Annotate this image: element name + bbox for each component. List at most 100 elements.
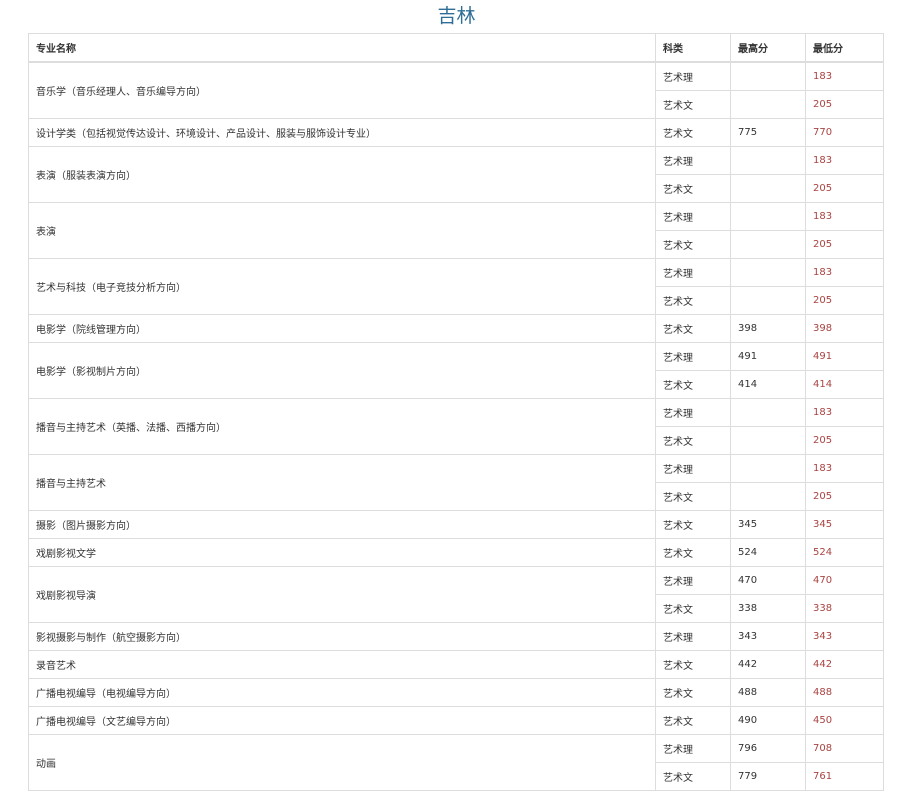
page-title: 吉林 <box>437 5 476 27</box>
category-cell: 艺术理 <box>655 342 731 371</box>
min-score-cell: 183 <box>805 202 884 231</box>
min-score-cell: 205 <box>805 286 884 315</box>
min-score-cell: 183 <box>805 146 884 175</box>
category-cell: 艺术文 <box>655 370 731 399</box>
table-row: 影视摄影与制作（航空摄影方向） 艺术理 343 343 <box>28 622 884 651</box>
max-score-cell: 488 <box>730 678 806 707</box>
max-score-cell: 490 <box>730 706 806 735</box>
major-cell: 电影学（影视制片方向） <box>28 342 656 399</box>
major-cell: 设计学类（包括视觉传达设计、环境设计、产品设计、服装与服饰设计专业） <box>28 118 656 147</box>
table-row: 动画 艺术理 796 708 <box>28 734 884 791</box>
category-cell: 艺术理 <box>655 566 731 595</box>
min-score-cell: 345 <box>805 510 884 539</box>
header-category: 科类 <box>655 33 731 63</box>
major-cell: 戏剧影视文学 <box>28 538 656 567</box>
min-score-cell: 488 <box>805 678 884 707</box>
category-cell: 艺术文 <box>655 706 731 735</box>
category-cell: 艺术文 <box>655 594 731 623</box>
category-cell: 艺术理 <box>655 202 731 231</box>
category-cell: 艺术文 <box>655 762 731 791</box>
major-cell: 动画 <box>28 734 656 791</box>
major-cell: 音乐学（音乐经理人、音乐编导方向） <box>28 61 656 119</box>
major-cell: 影视摄影与制作（航空摄影方向） <box>28 622 656 651</box>
category-cell: 艺术文 <box>655 678 731 707</box>
max-score-cell: 796 <box>730 734 806 763</box>
admission-scores-table: 专业名称 科类 最高分 最低分 音乐学（音乐经理人、音乐编导方向） 艺术理 18… <box>28 33 884 791</box>
header-min-score: 最低分 <box>805 33 884 63</box>
major-cell: 广播电视编导（电视编导方向） <box>28 678 656 707</box>
min-score-cell: 205 <box>805 482 884 511</box>
max-score-cell: 775 <box>730 118 806 147</box>
max-score-cell <box>730 398 806 427</box>
table-row: 戏剧影视文学 艺术文 524 524 <box>28 538 884 567</box>
major-cell: 播音与主持艺术（英播、法播、西播方向） <box>28 398 656 455</box>
max-score-cell: 442 <box>730 650 806 679</box>
min-score-cell: 205 <box>805 174 884 203</box>
max-score-cell: 338 <box>730 594 806 623</box>
max-score-cell: 414 <box>730 370 806 399</box>
major-cell: 播音与主持艺术 <box>28 454 656 511</box>
table-row: 表演 艺术理 183 <box>28 202 884 259</box>
max-score-cell <box>730 286 806 315</box>
category-cell: 艺术理 <box>655 61 731 91</box>
max-score-cell: 343 <box>730 622 806 651</box>
category-cell: 艺术文 <box>655 538 731 567</box>
max-score-cell: 779 <box>730 762 806 791</box>
table-row: 广播电视编导（电视编导方向） 艺术文 488 488 <box>28 678 884 707</box>
category-cell: 艺术理 <box>655 258 731 287</box>
major-cell: 戏剧影视导演 <box>28 566 656 623</box>
max-score-cell <box>730 174 806 203</box>
max-score-cell <box>730 146 806 175</box>
min-score-cell: 183 <box>805 61 884 91</box>
table-row: 播音与主持艺术 艺术理 183 <box>28 454 884 511</box>
major-cell: 广播电视编导（文艺编导方向） <box>28 706 656 735</box>
min-score-cell: 205 <box>805 230 884 259</box>
table-row: 设计学类（包括视觉传达设计、环境设计、产品设计、服装与服饰设计专业） 艺术文 7… <box>28 118 884 147</box>
category-cell: 艺术理 <box>655 398 731 427</box>
table-row: 电影学（院线管理方向） 艺术文 398 398 <box>28 314 884 343</box>
category-cell: 艺术文 <box>655 314 731 343</box>
major-cell: 艺术与科技（电子竞技分析方向） <box>28 258 656 315</box>
table-row: 录音艺术 艺术文 442 442 <box>28 650 884 679</box>
major-cell: 电影学（院线管理方向） <box>28 314 656 343</box>
min-score-cell: 491 <box>805 342 884 371</box>
min-score-cell: 398 <box>805 314 884 343</box>
min-score-cell: 442 <box>805 650 884 679</box>
max-score-cell: 524 <box>730 538 806 567</box>
category-cell: 艺术文 <box>655 510 731 539</box>
table-header-row: 专业名称 科类 最高分 最低分 <box>28 33 884 63</box>
major-cell: 表演（服装表演方向） <box>28 146 656 203</box>
max-score-cell <box>730 230 806 259</box>
min-score-cell: 343 <box>805 622 884 651</box>
max-score-cell <box>730 202 806 231</box>
max-score-cell: 470 <box>730 566 806 595</box>
category-cell: 艺术文 <box>655 482 731 511</box>
min-score-cell: 524 <box>805 538 884 567</box>
category-cell: 艺术文 <box>655 650 731 679</box>
max-score-cell <box>730 482 806 511</box>
min-score-cell: 708 <box>805 734 884 763</box>
header-max-score: 最高分 <box>730 33 806 63</box>
table-row: 表演（服装表演方向） 艺术理 183 <box>28 146 884 203</box>
max-score-cell <box>730 426 806 455</box>
category-cell: 艺术理 <box>655 146 731 175</box>
min-score-cell: 183 <box>805 454 884 483</box>
min-score-cell: 205 <box>805 90 884 119</box>
table-row: 播音与主持艺术（英播、法播、西播方向） 艺术理 183 <box>28 398 884 455</box>
table-row: 摄影（图片摄影方向） 艺术文 345 345 <box>28 510 884 539</box>
table-row: 电影学（影视制片方向） 艺术理 491 491 <box>28 342 884 399</box>
category-cell: 艺术文 <box>655 230 731 259</box>
category-cell: 艺术理 <box>655 734 731 763</box>
max-score-cell <box>730 454 806 483</box>
min-score-cell: 205 <box>805 426 884 455</box>
min-score-cell: 450 <box>805 706 884 735</box>
header-major: 专业名称 <box>28 33 656 63</box>
max-score-cell <box>730 258 806 287</box>
table-row: 广播电视编导（文艺编导方向） 艺术文 490 450 <box>28 706 884 735</box>
min-score-cell: 761 <box>805 762 884 791</box>
table-row: 戏剧影视导演 艺术理 470 470 <box>28 566 884 623</box>
min-score-cell: 183 <box>805 258 884 287</box>
max-score-cell <box>730 61 806 91</box>
category-cell: 艺术理 <box>655 454 731 483</box>
table-row: 艺术与科技（电子竞技分析方向） 艺术理 183 <box>28 258 884 315</box>
